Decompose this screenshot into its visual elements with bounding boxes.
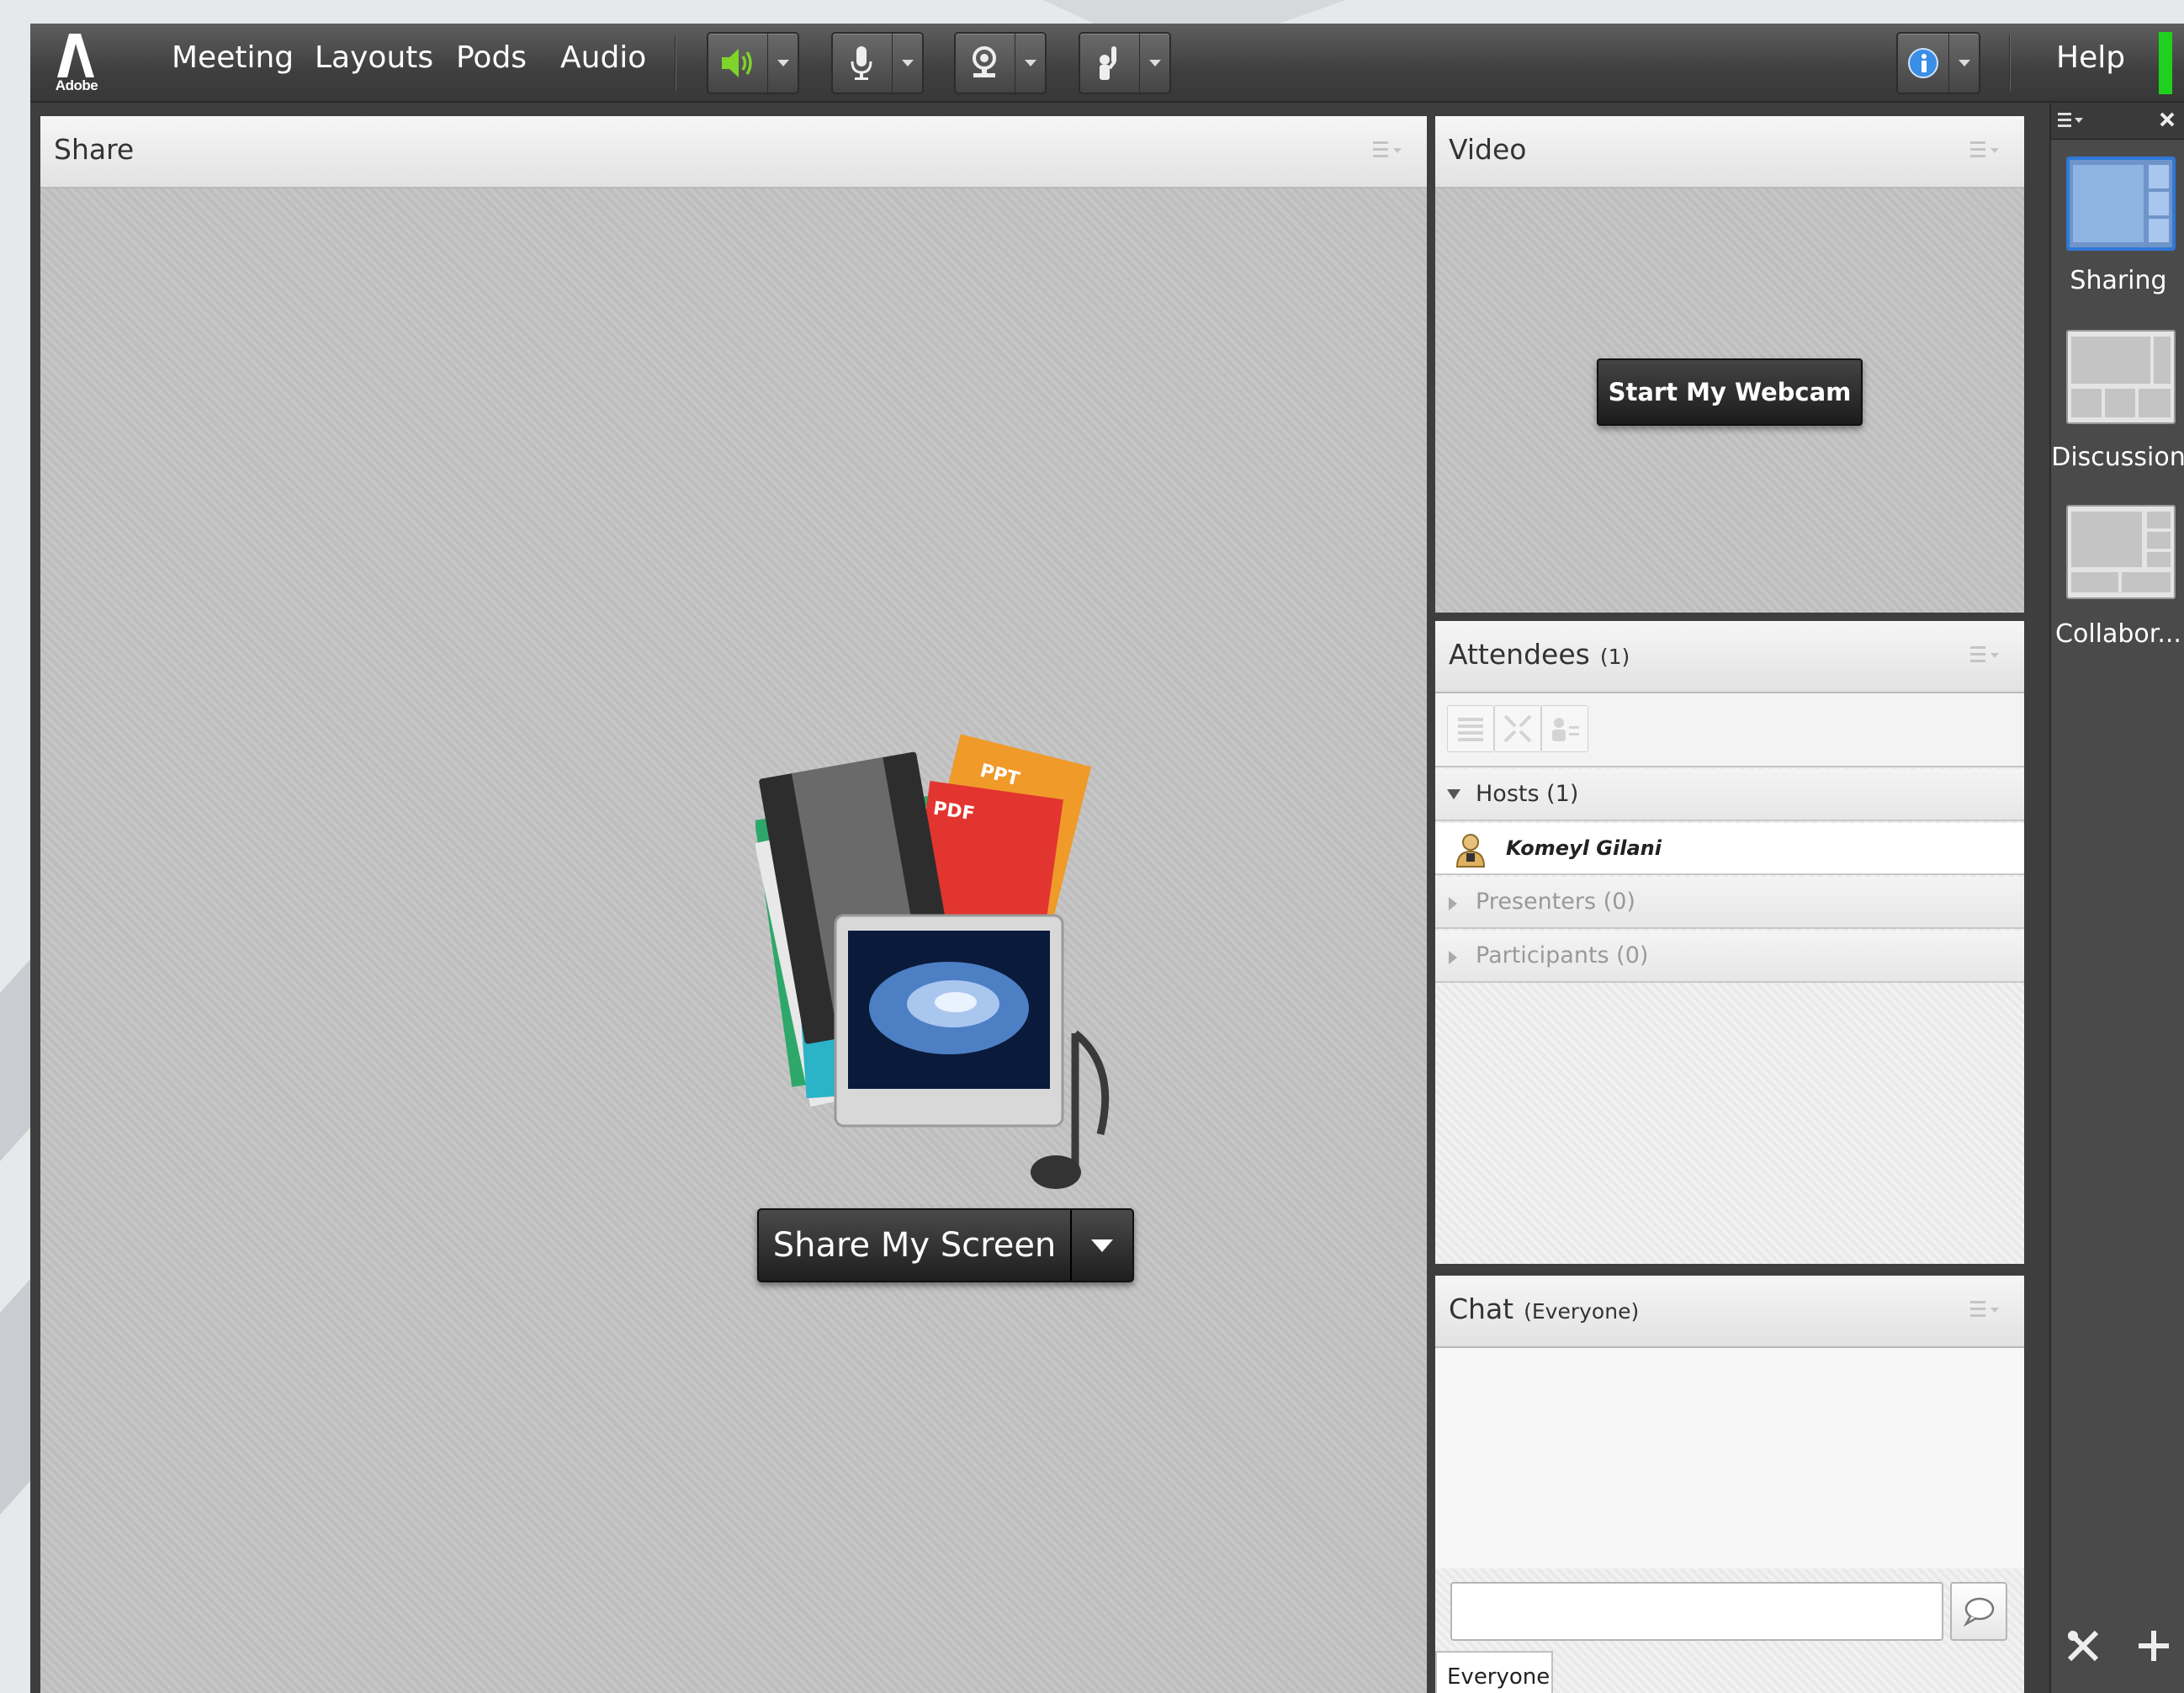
add-layout-icon[interactable] [2135,1627,2172,1664]
chat-message-input[interactable] [1450,1582,1943,1641]
layouts-menu-icon[interactable] [2058,111,2086,130]
chat-pod-title: Chat (Everyone) [1449,1292,1639,1325]
sort-attendees-icon[interactable] [1541,705,1588,752]
pod-options-icon[interactable] [1970,141,1999,163]
connection-status-indicator [2159,32,2172,94]
attendees-pod-header: Attendees (1) [1435,621,2024,693]
chat-pod-header: Chat (Everyone) [1435,1276,2024,1348]
microphone-icon [833,34,890,93]
pod-options-icon[interactable] [1373,141,1402,163]
layout-label[interactable]: Discussion [2051,443,2184,472]
layouts-bar-header [2051,103,2184,140]
toolbar-separator [675,35,676,91]
attendees-pod: Attendees (1) Hosts (1) Komeyl Gilani Pr… [1435,621,2024,1264]
share-my-screen-label: Share My Screen [772,1226,1057,1265]
info-dropdown-icon[interactable] [1948,34,1979,93]
host-user-icon [1455,834,1486,868]
toolbar-separator [2009,35,2011,91]
main-toolbar: Adobe Meeting Layouts Pods Audio Help [30,24,2184,103]
speaker-button[interactable] [707,32,799,94]
attendees-title-text: Attendees [1449,638,1590,671]
info-icon [1898,34,1948,93]
expand-view-icon[interactable] [1494,705,1541,752]
attendee-view-toolbar [1435,693,2024,767]
speaker-dropdown-icon[interactable] [767,34,798,93]
attendees-pod-title: Attendees (1) [1449,638,1630,671]
adobe-wordmark: Adobe [55,77,98,93]
raise-hand-icon [1080,34,1137,93]
attendee-group-label: Participants (0) [1476,942,1649,969]
pod-options-icon[interactable] [1970,646,1999,668]
attendee-name: Komeyl Gilani [1506,836,1662,860]
start-webcam-button[interactable]: Start My Webcam [1597,358,1863,426]
info-button[interactable] [1896,32,1980,94]
send-message-button[interactable] [1950,1582,2007,1641]
video-pod: Video Start My Webcam [1435,116,2024,613]
microphone-dropdown-icon[interactable] [892,34,922,93]
expanded-arrow-icon [1447,789,1460,799]
share-pod: Share PPT PDF Share My Screen [40,116,1427,1693]
microphone-button[interactable] [831,32,924,94]
chat-tab-everyone[interactable]: Everyone [1435,1651,1553,1693]
attendee-group-participants[interactable]: Participants (0) [1435,931,2024,983]
menu-meeting[interactable]: Meeting [172,40,294,75]
collapsed-arrow-icon [1449,897,1457,910]
webcam-dropdown-icon[interactable] [1015,34,1045,93]
chat-title-text: Chat [1449,1292,1514,1325]
attendee-group-label: Presenters (0) [1476,889,1635,915]
speech-bubble-icon [1963,1597,1995,1627]
layout-thumbnail-sharing[interactable] [2066,157,2176,251]
menu-pods[interactable]: Pods [456,40,527,75]
list-view-icon[interactable] [1447,705,1494,752]
attendee-group-presenters[interactable]: Presenters (0) [1435,877,2024,929]
adobe-logo: Adobe [47,30,106,96]
pod-options-icon[interactable] [1970,1301,1999,1323]
share-pod-title: Share [54,133,135,166]
speaker-icon [708,34,766,93]
menu-layouts[interactable]: Layouts [315,40,433,75]
layout-thumbnail-collaboration[interactable] [2066,505,2176,599]
video-pod-title: Video [1449,133,1527,166]
menu-audio[interactable]: Audio [560,40,646,75]
help-menu[interactable]: Help [2056,40,2125,75]
collapsed-arrow-icon [1449,951,1457,964]
chat-messages-area [1435,1348,2024,1568]
attendee-group-hosts[interactable]: Hosts (1) [1435,769,2024,821]
raise-hand-dropdown-icon[interactable] [1139,34,1169,93]
webcam-button[interactable] [954,32,1047,94]
chat-pod: Chat (Everyone) Everyone [1435,1276,2024,1693]
raise-hand-button[interactable] [1079,32,1171,94]
layout-thumbnail-discussion[interactable] [2066,330,2176,424]
close-icon[interactable] [2159,111,2176,128]
meeting-window: Adobe Meeting Layouts Pods Audio Help Sh… [30,24,2184,1693]
attendees-count: (1) [1599,645,1630,669]
share-media-illustration: PPT PDF [755,734,1110,1189]
chat-audience: (Everyone) [1524,1299,1640,1324]
layouts-bar: Sharing Discussion Collabor... [2049,103,2184,1693]
share-options-dropdown-icon[interactable] [1070,1210,1132,1281]
video-pod-header: Video [1435,116,2024,188]
share-my-screen-button[interactable]: Share My Screen [757,1208,1134,1282]
share-pod-header: Share [40,116,1427,188]
layout-label[interactable]: Collabor... [2051,619,2184,649]
manage-layouts-icon[interactable] [2065,1627,2102,1664]
webcam-icon [956,34,1013,93]
layout-label[interactable]: Sharing [2051,266,2184,295]
attendee-group-label: Hosts (1) [1476,781,1579,807]
attendee-row[interactable]: Komeyl Gilani [1435,823,2024,875]
